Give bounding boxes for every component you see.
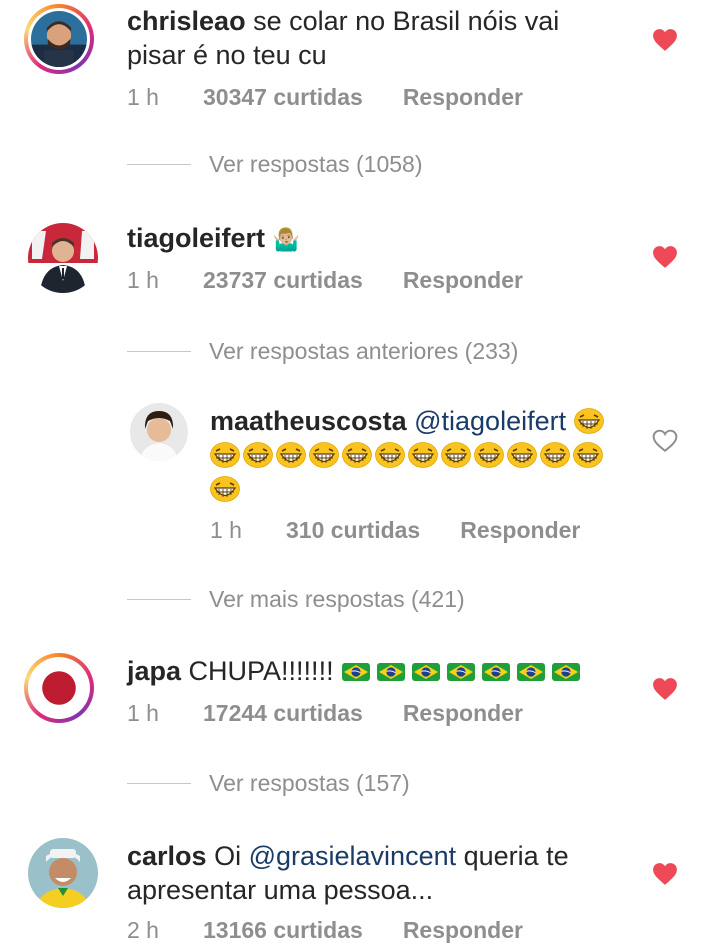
comment-text: maatheuscosta @tiagoleifert — [210, 404, 620, 506]
username[interactable]: tiagoleifert — [127, 223, 265, 253]
grinning-squinting-face-icon — [342, 442, 372, 468]
grinning-squinting-face-icon — [309, 442, 339, 468]
avatar[interactable] — [24, 4, 94, 74]
heart-outline-icon[interactable] — [652, 429, 678, 453]
avatar[interactable] — [28, 838, 98, 908]
view-replies[interactable]: Ver respostas anteriores (233) — [127, 338, 518, 365]
grinning-squinting-face-icon — [574, 408, 604, 434]
likes-count[interactable]: 13166 curtidas — [203, 917, 363, 944]
brazil-flag-icon — [481, 661, 511, 683]
timestamp: 1 h — [127, 267, 159, 293]
heart-liked-icon[interactable] — [652, 862, 678, 886]
brazil-flag-icon — [516, 661, 546, 683]
divider-line — [127, 351, 191, 352]
comment-body-line2: pisar é no teu cu — [127, 40, 327, 70]
heart-liked-icon[interactable] — [652, 28, 678, 52]
comment-body: Oi — [214, 841, 242, 871]
username[interactable]: carlos — [127, 841, 207, 871]
likes-count[interactable]: 23737 curtidas — [203, 267, 363, 294]
username[interactable]: japa — [127, 656, 181, 686]
grinning-squinting-face-icon — [507, 442, 537, 468]
grinning-squinting-face-icon — [408, 442, 438, 468]
view-replies[interactable]: Ver respostas (157) — [127, 770, 410, 797]
reply-button[interactable]: Responder — [403, 267, 523, 294]
comment-meta: 2 h 13166 curtidas Responder — [127, 917, 523, 944]
timestamp: 1 h — [127, 84, 159, 110]
brazil-flag-icon — [411, 661, 441, 683]
grinning-squinting-face-icon — [573, 442, 603, 468]
username[interactable]: chrisleao — [127, 6, 246, 36]
comment-text: japa CHUPA!!!!!!! — [127, 654, 586, 688]
comment-body: se colar no Brasil nóis vai — [253, 6, 560, 36]
comment-meta: 1 h 23737 curtidas Responder — [127, 267, 523, 294]
likes-count[interactable]: 30347 curtidas — [203, 84, 363, 111]
flag-row — [341, 656, 586, 686]
shrug-emoji: 🤷🏼‍♂️ — [272, 227, 300, 252]
divider-line — [127, 164, 191, 165]
likes-count[interactable]: 310 curtidas — [286, 517, 420, 544]
mention-link[interactable]: @tiagoleifert — [414, 406, 566, 436]
avatar[interactable] — [28, 223, 98, 293]
brazil-flag-icon — [341, 661, 371, 683]
avatar[interactable] — [24, 653, 94, 723]
timestamp: 1 h — [127, 700, 159, 726]
timestamp: 2 h — [127, 917, 159, 943]
grinning-squinting-face-icon — [474, 442, 504, 468]
divider-line — [127, 599, 191, 600]
comment-meta: 1 h 30347 curtidas Responder — [127, 84, 523, 111]
grinning-squinting-face-icon — [540, 442, 570, 468]
grinning-squinting-face-icon — [375, 442, 405, 468]
comment-body-line2: apresentar uma pessoa... — [127, 875, 434, 905]
comment-text: chrisleao se colar no Brasil nóis vai pi… — [127, 4, 559, 72]
grinning-squinting-face-icon — [243, 442, 273, 468]
username[interactable]: maatheuscosta — [210, 406, 407, 436]
reply-button[interactable]: Responder — [403, 84, 523, 111]
comment-meta: 1 h 310 curtidas Responder — [210, 517, 580, 544]
comment-text: carlos Oi @grasielavincent queria te apr… — [127, 839, 569, 907]
timestamp: 1 h — [210, 517, 242, 543]
comment-body: CHUPA!!!!!!! — [188, 656, 334, 686]
heart-liked-icon[interactable] — [652, 677, 678, 701]
reply-button[interactable]: Responder — [460, 517, 580, 544]
grinning-squinting-face-icon — [210, 442, 240, 468]
grinning-squinting-face-icon — [276, 442, 306, 468]
view-replies-label[interactable]: Ver respostas anteriores (233) — [209, 338, 518, 365]
likes-count[interactable]: 17244 curtidas — [203, 700, 363, 727]
grinning-squinting-face-icon — [441, 442, 471, 468]
reply-button[interactable]: Responder — [403, 917, 523, 944]
comment-meta: 1 h 17244 curtidas Responder — [127, 700, 523, 727]
reply-button[interactable]: Responder — [403, 700, 523, 727]
brazil-flag-icon — [446, 661, 476, 683]
view-replies-label[interactable]: Ver respostas (157) — [209, 770, 410, 797]
brazil-flag-icon — [376, 661, 406, 683]
grinning-squinting-face-icon — [210, 476, 240, 502]
heart-liked-icon[interactable] — [652, 245, 678, 269]
view-replies[interactable]: Ver mais respostas (421) — [127, 586, 465, 613]
comment-text: tiagoleifert 🤷🏼‍♂️ — [127, 221, 300, 257]
view-replies-label[interactable]: Ver respostas (1058) — [209, 151, 423, 178]
divider-line — [127, 783, 191, 784]
comment-body-cont: queria te — [463, 841, 569, 871]
view-replies-label[interactable]: Ver mais respostas (421) — [209, 586, 465, 613]
mention-link[interactable]: @grasielavincent — [249, 841, 457, 871]
view-replies[interactable]: Ver respostas (1058) — [127, 151, 423, 178]
avatar[interactable] — [130, 403, 188, 461]
brazil-flag-icon — [551, 661, 581, 683]
